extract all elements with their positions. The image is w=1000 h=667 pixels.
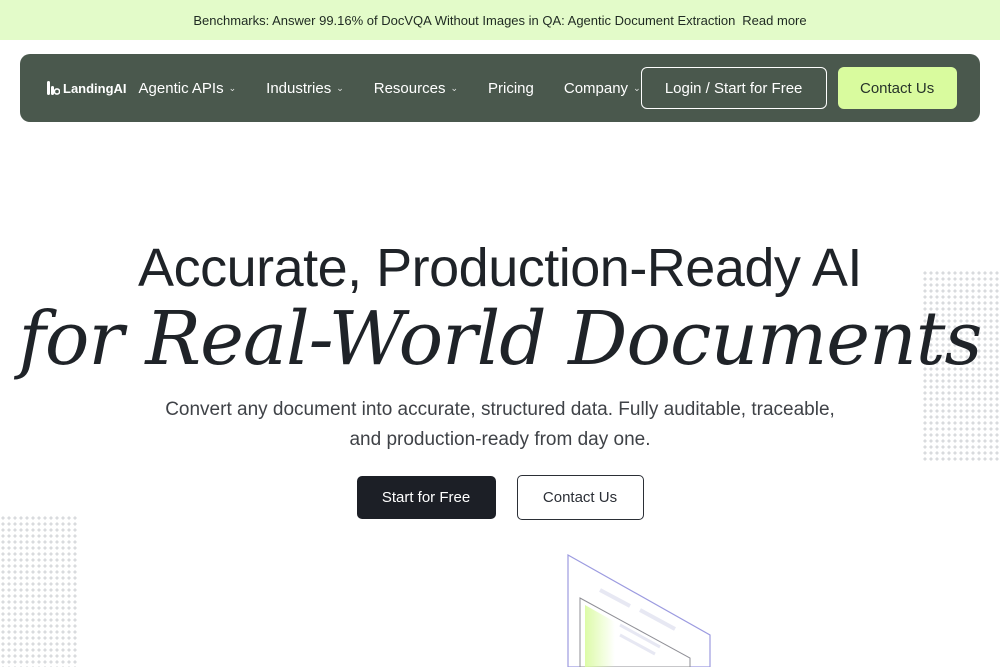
main-navigation: LandingAI Agentic APIs ⌄ Industries ⌄ Re… <box>20 54 980 122</box>
contact-us-button[interactable]: Contact Us <box>516 475 644 520</box>
banner-text: Benchmarks: Answer 99.16% of DocVQA With… <box>193 12 736 28</box>
chevron-down-icon: ⌄ <box>450 82 458 93</box>
nav-menu: Agentic APIs ⌄ Industries ⌄ Resources ⌄ … <box>139 80 641 97</box>
document-illustration <box>567 553 711 667</box>
login-button[interactable]: Login / Start for Free <box>640 67 827 109</box>
contact-us-nav-button[interactable]: Contact Us <box>837 67 957 109</box>
hero-subtitle-line2: and production-ready from day one. <box>349 429 651 450</box>
banner-read-more-link[interactable]: Read more <box>742 13 806 28</box>
announcement-banner: Benchmarks: Answer 99.16% of DocVQA With… <box>0 0 1000 40</box>
nav-item-label: Pricing <box>488 79 534 97</box>
decorative-dot-pattern-left <box>0 515 78 667</box>
hero-subtitle-line1: Convert any document into accurate, stru… <box>165 399 835 420</box>
start-for-free-button[interactable]: Start for Free <box>356 476 496 519</box>
nav-item-industries[interactable]: Industries ⌄ <box>266 80 344 97</box>
hero-headline-italic: for Real-World Documents <box>18 296 983 382</box>
nav-item-label: Industries <box>266 79 332 97</box>
landingai-logo-icon <box>47 81 60 95</box>
logo[interactable]: LandingAI <box>46 80 127 96</box>
chevron-down-icon: ⌄ <box>633 82 641 93</box>
nav-item-resources[interactable]: Resources ⌄ <box>374 80 458 97</box>
hero-headline: Accurate, Production-Ready AI <box>138 238 862 298</box>
nav-item-label: Agentic APIs <box>138 79 224 97</box>
nav-item-label: Company <box>563 79 629 97</box>
hero-subtitle: Convert any document into accurate, stru… <box>0 395 1000 455</box>
nav-actions: Login / Start for Free Contact Us <box>640 67 957 109</box>
nav-item-label: Resources <box>373 79 446 97</box>
nav-item-pricing[interactable]: Pricing <box>488 80 534 97</box>
hero-cta-group: Start for Free Contact Us <box>0 475 1000 520</box>
nav-item-agentic-apis[interactable]: Agentic APIs ⌄ <box>139 80 237 97</box>
nav-item-company[interactable]: Company ⌄ <box>564 80 641 97</box>
chevron-down-icon: ⌄ <box>228 82 237 93</box>
logo-text: LandingAI <box>63 80 127 96</box>
chevron-down-icon: ⌄ <box>336 82 344 93</box>
